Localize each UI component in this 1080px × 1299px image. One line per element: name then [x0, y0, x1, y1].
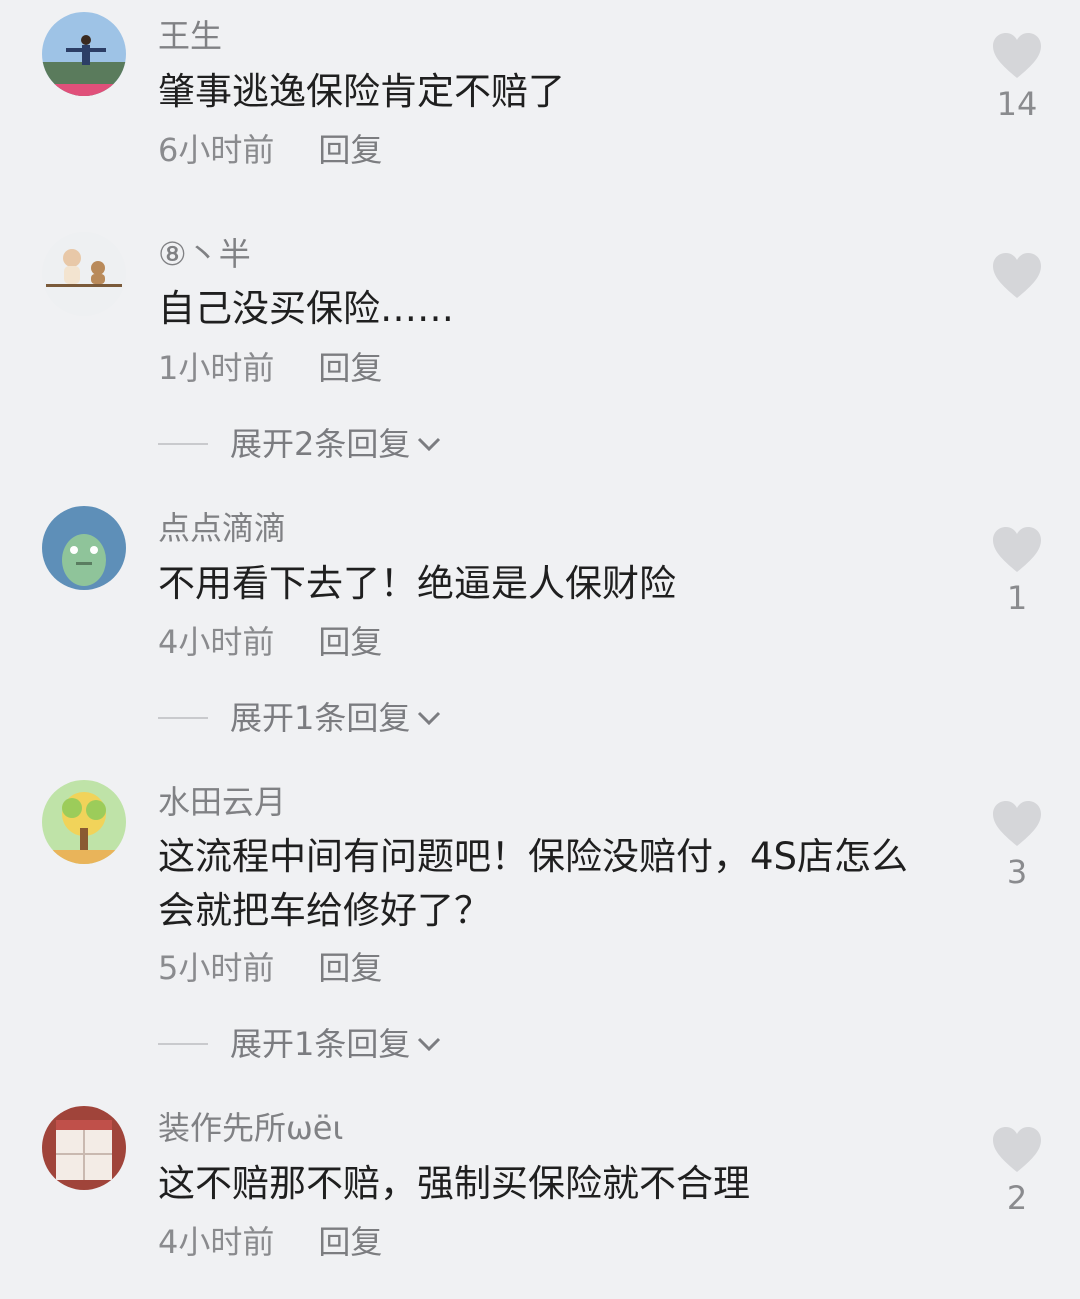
expand-replies-label: 展开2条回复 — [230, 425, 411, 463]
avatar-image — [42, 1106, 126, 1190]
heart-icon — [993, 1127, 1041, 1172]
heart-icon — [993, 253, 1041, 298]
comment-meta: 1小时前 回复 — [158, 348, 382, 388]
like-button[interactable]: 2 — [990, 1126, 1044, 1216]
heart-icon — [993, 801, 1041, 846]
chevron-down-icon — [418, 1037, 441, 1052]
comment-meta: 4小时前 回复 — [158, 622, 382, 662]
comment-text: 自己没买保险…… — [158, 287, 454, 330]
timestamp: 5小时前 — [158, 949, 275, 987]
comment-meta: 5小时前 回复 — [158, 948, 382, 988]
timestamp: 1小时前 — [158, 349, 275, 387]
reply-button[interactable]: 回复 — [318, 623, 382, 661]
avatar[interactable] — [42, 780, 126, 864]
avatar[interactable] — [42, 506, 126, 590]
divider — [158, 443, 208, 445]
chevron-down-icon — [418, 711, 441, 726]
avatar[interactable] — [42, 232, 126, 316]
timestamp: 4小时前 — [158, 1223, 275, 1261]
comment-meta: 4小时前 回复 — [158, 1222, 382, 1262]
timestamp: 6小时前 — [158, 131, 275, 169]
expand-replies-label: 展开1条回复 — [230, 1025, 411, 1063]
comment-text: 这流程中间有问题吧！保险没赔付，4S店怎么会就把车给修好了？ — [158, 835, 909, 932]
reply-button[interactable]: 回复 — [318, 949, 382, 987]
divider — [158, 1043, 208, 1045]
expand-replies-label: 展开1条回复 — [230, 699, 411, 737]
avatar-image — [42, 12, 126, 96]
username[interactable]: 王生 — [158, 16, 222, 56]
divider — [158, 717, 208, 719]
like-button[interactable] — [990, 252, 1044, 306]
expand-replies-button[interactable]: 展开2条回复 — [158, 424, 444, 464]
like-button[interactable]: 3 — [990, 800, 1044, 890]
chevron-down-icon — [418, 437, 441, 452]
comment-meta: 6小时前 回复 — [158, 130, 382, 170]
like-count: 1 — [1006, 579, 1028, 617]
like-count: 14 — [996, 85, 1038, 123]
reply-button[interactable]: 回复 — [318, 349, 382, 387]
username[interactable]: ⑧丶半 — [158, 234, 251, 274]
avatar-image — [42, 780, 126, 864]
reply-button[interactable]: 回复 — [318, 1223, 382, 1261]
username[interactable]: 装作先所ωëι — [158, 1108, 343, 1148]
like-button[interactable]: 14 — [990, 32, 1044, 122]
comment-text: 不用看下去了！绝逼是人保财险 — [158, 562, 676, 605]
avatar[interactable] — [42, 1106, 126, 1190]
comment-text: 这不赔那不赔，强制买保险就不合理 — [158, 1162, 750, 1205]
avatar[interactable] — [42, 12, 126, 96]
comment-text: 肇事逃逸保险肯定不赔了 — [158, 70, 565, 113]
username[interactable]: 点点滴滴 — [158, 508, 286, 548]
reply-button[interactable]: 回复 — [318, 131, 382, 169]
expand-replies-button[interactable]: 展开1条回复 — [158, 1024, 444, 1064]
expand-replies-button[interactable]: 展开1条回复 — [158, 698, 444, 738]
like-count: 2 — [1006, 1179, 1028, 1217]
heart-icon — [993, 33, 1041, 78]
like-count: 3 — [1006, 853, 1028, 891]
avatar-image — [42, 232, 126, 316]
username[interactable]: 水田云月 — [158, 782, 286, 822]
avatar-image — [42, 506, 126, 590]
heart-icon — [993, 527, 1041, 572]
timestamp: 4小时前 — [158, 623, 275, 661]
like-button[interactable]: 1 — [990, 526, 1044, 616]
